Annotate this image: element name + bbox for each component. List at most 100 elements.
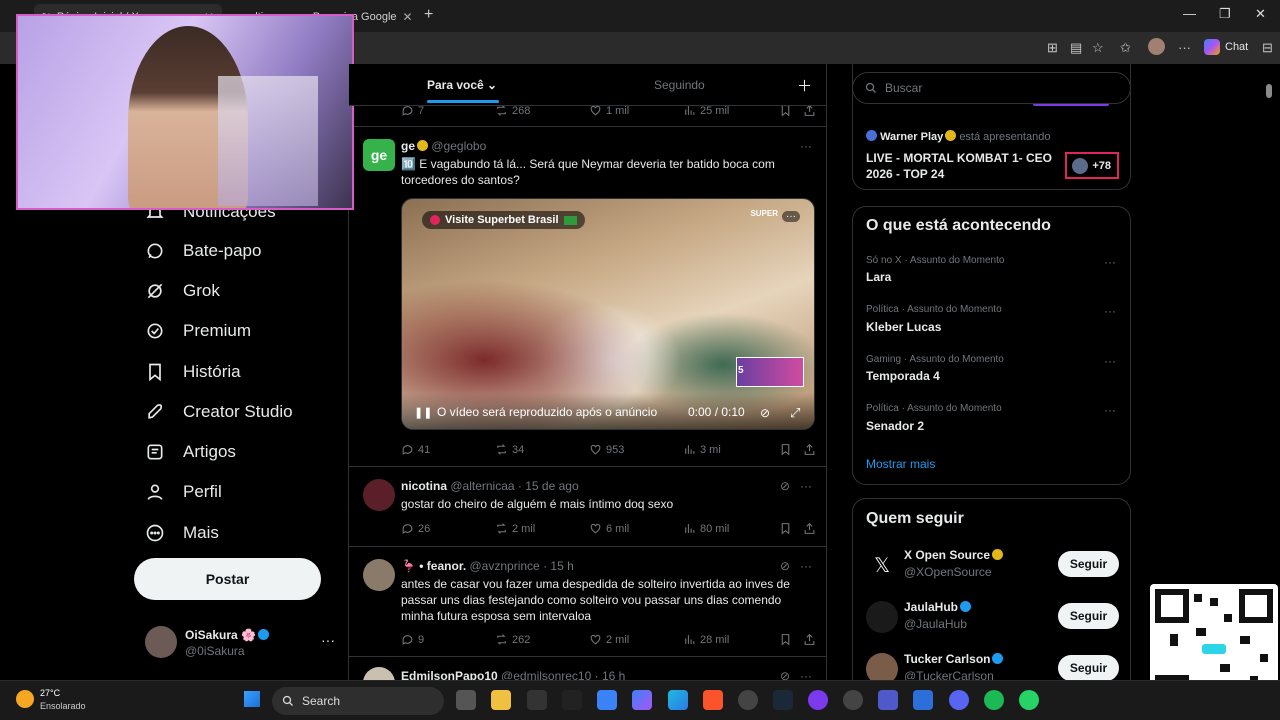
- tweet[interactable]: ge ge @geglobo ··· 🔟 E vagabundo tá lá..…: [349, 127, 826, 467]
- store-icon[interactable]: [597, 690, 617, 710]
- like-button[interactable]: 6 mil: [589, 522, 683, 535]
- live-viewers[interactable]: +78: [1065, 152, 1119, 179]
- chatgpt-icon[interactable]: [738, 690, 758, 710]
- retweet-button[interactable]: 262: [495, 633, 589, 646]
- bookmark-button[interactable]: [779, 443, 803, 456]
- post-button[interactable]: Postar: [134, 558, 321, 600]
- close-tab-icon[interactable]: ✕: [403, 10, 413, 24]
- follow-button[interactable]: Seguir: [1058, 551, 1119, 577]
- spotify-icon[interactable]: [984, 690, 1004, 710]
- nav-grok[interactable]: Grok: [145, 281, 220, 301]
- views-button[interactable]: 3 mi: [683, 443, 779, 456]
- follow-button[interactable]: Seguir: [1058, 655, 1119, 680]
- steam-icon[interactable]: [773, 690, 793, 710]
- tweet[interactable]: EdmilsonPapo10 @edmilsonrec10 · 16 h ⊘ ·…: [349, 657, 826, 680]
- nav-articles[interactable]: Artigos: [145, 442, 236, 462]
- windows-start-icon[interactable]: [244, 691, 260, 707]
- like-button[interactable]: 2 mil: [589, 633, 683, 646]
- add-feed-icon[interactable]: ＋: [797, 75, 812, 96]
- translate-icon[interactable]: [913, 690, 933, 710]
- follow-handle: @JaulaHub: [904, 617, 967, 631]
- menu-dots-icon[interactable]: ···: [1178, 40, 1191, 55]
- reader-icon[interactable]: ▤: [1070, 40, 1082, 56]
- skip-ad-thumbnail[interactable]: [736, 357, 804, 387]
- copilot-button[interactable]: Chat: [1204, 39, 1248, 55]
- more-dots-icon[interactable]: ···: [321, 632, 335, 648]
- search-input[interactable]: Buscar: [852, 72, 1131, 104]
- share-icon: [804, 522, 815, 534]
- show-more-link[interactable]: Mostrar mais: [866, 457, 935, 471]
- edge-icon[interactable]: [668, 690, 688, 710]
- more-dots-icon[interactable]: ···: [800, 479, 812, 493]
- teams-icon[interactable]: [878, 690, 898, 710]
- ad-label[interactable]: Visite Superbet Brasil: [422, 211, 585, 229]
- taskbar-search[interactable]: Search: [272, 687, 444, 715]
- grok-icon[interactable]: ⊘: [780, 479, 790, 493]
- brave-icon[interactable]: [703, 690, 723, 710]
- share-button[interactable]: [803, 443, 816, 456]
- file-explorer-icon[interactable]: [491, 690, 511, 710]
- more-dots-icon[interactable]: ···: [1104, 403, 1116, 417]
- new-tab-icon[interactable]: +: [424, 6, 433, 24]
- bookmark-button[interactable]: [779, 522, 803, 535]
- share-button[interactable]: [803, 633, 816, 646]
- favorites-icon[interactable]: ✩: [1120, 40, 1131, 56]
- grok-icon[interactable]: ⊘: [780, 669, 790, 680]
- reply-button[interactable]: 26: [401, 522, 495, 535]
- more-dots-icon[interactable]: ···: [800, 669, 812, 680]
- profile-avatar[interactable]: [1148, 38, 1165, 55]
- tab-following[interactable]: Seguindo: [654, 78, 705, 92]
- bookmark-button[interactable]: [779, 633, 803, 646]
- nav-profile[interactable]: Perfil: [145, 482, 222, 502]
- pause-icon[interactable]: ❚❚: [414, 406, 432, 419]
- nav-history[interactable]: História: [145, 362, 241, 382]
- follow-button[interactable]: Seguir: [1058, 603, 1119, 629]
- retweet-button[interactable]: 2 mil: [495, 522, 589, 535]
- maximize-icon[interactable]: ❐: [1219, 6, 1231, 22]
- grok-icon[interactable]: ⊘: [780, 559, 790, 573]
- tweet[interactable]: 🦩 • feanor. @avznprince · 15 h ⊘ ··· ant…: [349, 547, 826, 657]
- more-dots-icon[interactable]: ···: [1104, 354, 1116, 368]
- discord-icon[interactable]: [949, 690, 969, 710]
- reply-button[interactable]: 9: [401, 633, 495, 646]
- more-dots-icon[interactable]: ···: [1104, 304, 1116, 318]
- app-icon[interactable]: [843, 690, 863, 710]
- views-button[interactable]: 28 mil: [683, 633, 779, 646]
- obs-icon[interactable]: [808, 690, 828, 710]
- fullscreen-icon[interactable]: ⤢: [790, 405, 800, 421]
- capture-icon[interactable]: [527, 690, 547, 710]
- reply-button[interactable]: 41: [401, 443, 495, 456]
- scrollbar-thumb[interactable]: [1266, 84, 1272, 98]
- like-count: 2 mil: [606, 633, 630, 646]
- nav-chat[interactable]: Bate-papo: [145, 241, 261, 261]
- nav-more[interactable]: Mais: [145, 523, 219, 543]
- sidebar-toggle-icon[interactable]: ⊟: [1262, 40, 1273, 56]
- views-button[interactable]: 80 mil: [683, 522, 779, 535]
- tab-for-you[interactable]: Para você ⌄: [427, 78, 497, 92]
- more-dots-icon[interactable]: ···: [800, 559, 812, 573]
- mute-icon[interactable]: ⊘: [760, 406, 770, 420]
- retweet-count: 2 mil: [512, 522, 536, 535]
- account-switcher[interactable]: OiSakura 🌸 @0iSakura ···: [145, 626, 335, 660]
- more-dots-icon[interactable]: ···: [1104, 255, 1116, 269]
- apps-icon[interactable]: ⊞: [1047, 40, 1058, 56]
- x-logo-icon: 𝕏: [866, 549, 898, 581]
- copilot-app-icon[interactable]: [632, 690, 652, 710]
- nav-premium[interactable]: Premium: [145, 321, 251, 341]
- author-name: EdmilsonPapo10: [401, 669, 498, 680]
- whatsapp-icon[interactable]: [1019, 690, 1039, 710]
- nav-creator-studio[interactable]: Creator Studio: [145, 402, 293, 422]
- tweet[interactable]: nicotina @alternicaa · 15 de ago ⊘ ··· g…: [349, 467, 826, 547]
- more-dots-icon[interactable]: ···: [782, 211, 800, 222]
- share-button[interactable]: [803, 522, 816, 535]
- retweet-button[interactable]: 34: [495, 443, 589, 456]
- sun-icon[interactable]: [16, 690, 34, 708]
- minimize-icon[interactable]: —: [1183, 6, 1196, 21]
- favorite-star-icon[interactable]: ☆: [1092, 40, 1104, 56]
- like-button[interactable]: 953: [589, 443, 683, 456]
- close-window-icon[interactable]: ✕: [1255, 6, 1266, 22]
- more-dots-icon[interactable]: ···: [800, 139, 812, 153]
- video-player[interactable]: Visite Superbet Brasil SUPER ··· 5 ❚❚ O …: [401, 198, 815, 430]
- task-view-icon[interactable]: [456, 690, 476, 710]
- epic-games-icon[interactable]: [562, 690, 582, 710]
